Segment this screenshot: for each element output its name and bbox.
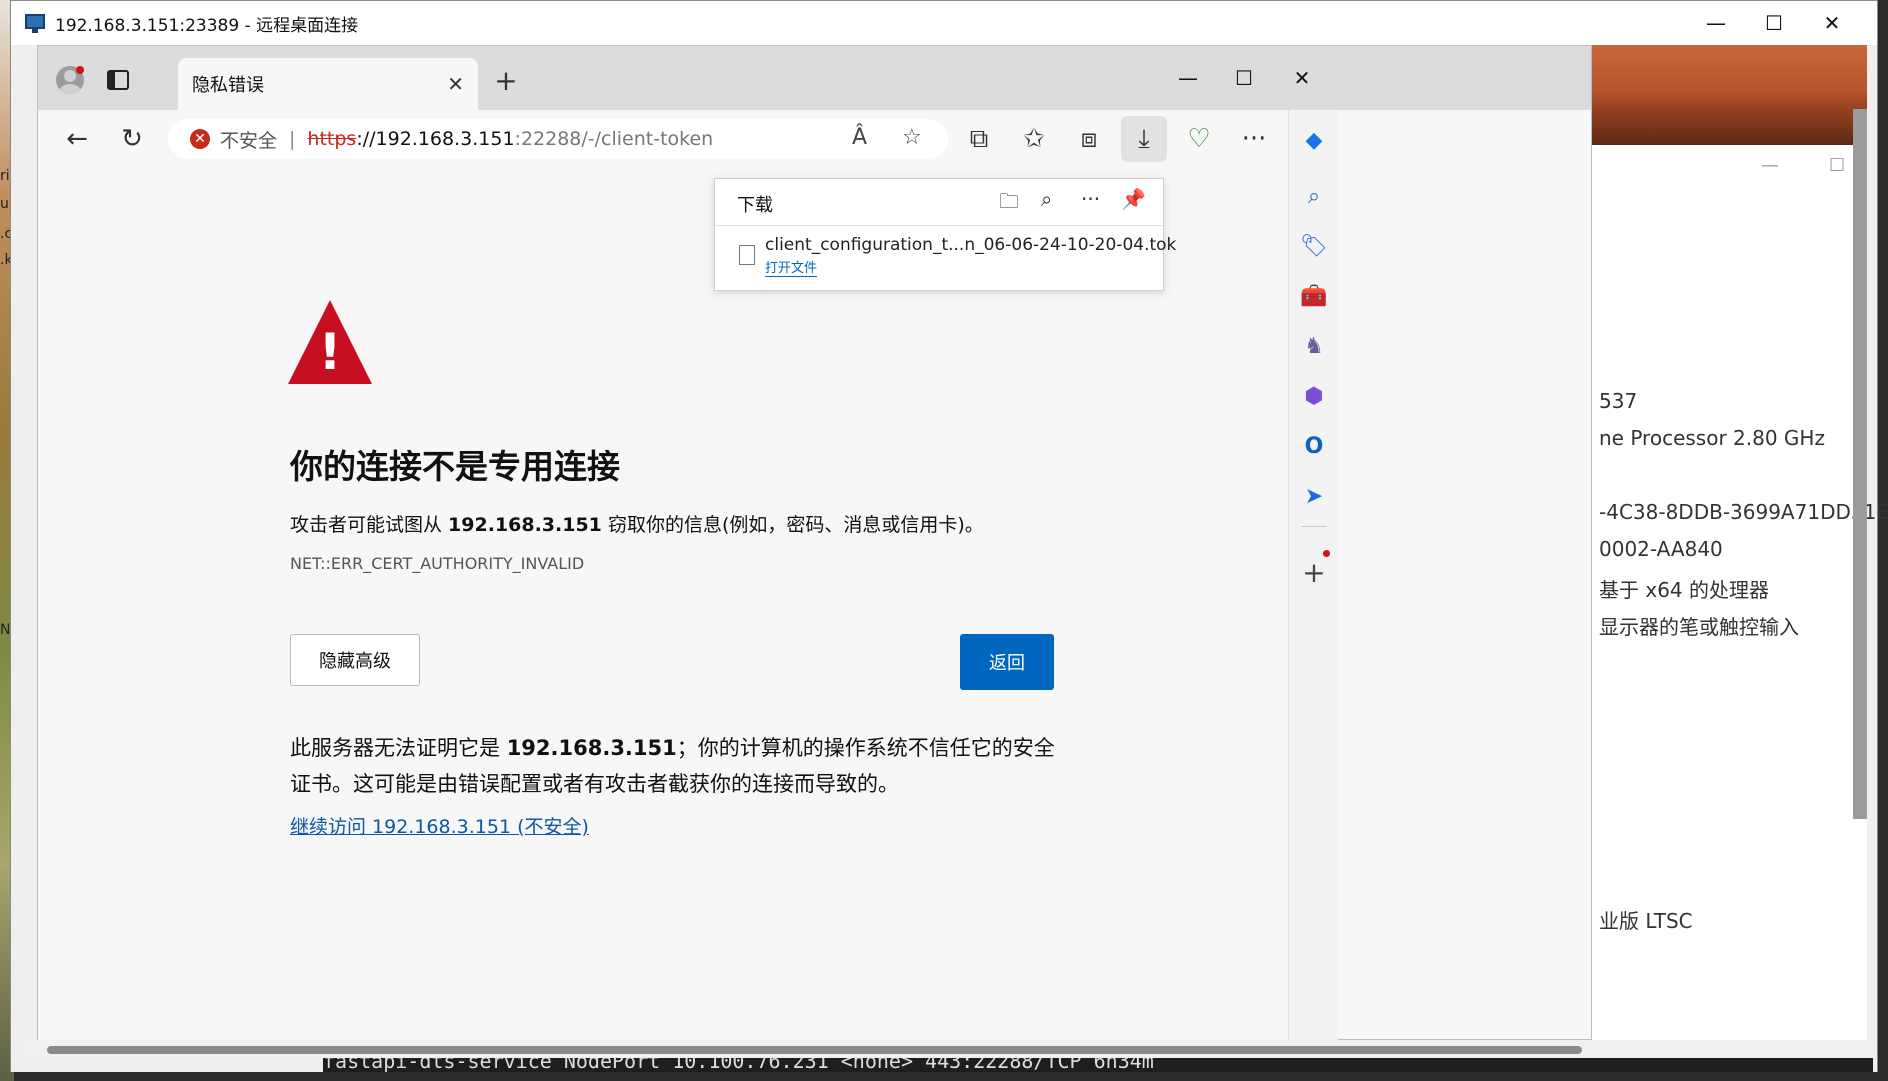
read-aloud-icon[interactable]: Â xyxy=(852,125,867,150)
downloads-button[interactable]: ⤓ xyxy=(1121,116,1167,162)
refresh-button[interactable]: ↻ xyxy=(109,116,155,162)
vertical-tabs-icon xyxy=(107,70,129,90)
favorite-star-icon[interactable]: ☆ xyxy=(902,125,922,150)
desktop-text-fragment: ri xyxy=(0,168,10,184)
url-scheme: https xyxy=(307,128,357,150)
split-screen-button[interactable]: ⧉ xyxy=(956,116,1002,162)
divider xyxy=(715,225,1163,226)
more-menu-button[interactable]: ··· xyxy=(1231,116,1277,162)
rdp-window: 192.168.3.151:23389 - 远程桌面连接 — ☐ ✕ — ☐ 5… xyxy=(10,0,1888,1072)
open-file-link[interactable]: 打开文件 xyxy=(765,257,818,277)
hide-advanced-button[interactable]: 隐藏高级 xyxy=(290,634,420,686)
add-sidebar-app-icon[interactable]: + xyxy=(1289,556,1339,589)
remote-maximize-button[interactable]: ☐ xyxy=(1829,155,1845,176)
page-title: 你的连接不是专用连接 xyxy=(290,447,620,486)
pin-icon[interactable]: 📌 xyxy=(1121,187,1146,211)
rdp-title: 192.168.3.151:23389 - 远程桌面连接 xyxy=(55,15,359,36)
address-separator: | xyxy=(289,128,296,150)
system-info-text: 基于 x64 的处理器 xyxy=(1599,578,1769,602)
go-back-button[interactable]: 返回 xyxy=(960,634,1054,690)
error-page: ! 你的连接不是专用连接 攻击者可能试图从 192.168.3.151 窃取你的… xyxy=(38,168,1288,1040)
wallpaper xyxy=(1591,45,1867,145)
not-secure-icon[interactable]: ✕ xyxy=(190,129,210,149)
system-info-text: ne Processor 2.80 GHz xyxy=(1599,426,1825,450)
new-tab-button[interactable]: + xyxy=(486,60,526,100)
remote-session[interactable]: — ☐ 537 ne Processor 2.80 GHz -4C38-8DDB… xyxy=(11,45,1888,1072)
navigation-bar: ← ↻ ✕ 不安全 | https://192.168.3.151:22288/… xyxy=(38,110,1591,168)
open-folder-icon[interactable]: 🗀 xyxy=(999,187,1019,221)
browser-maximize-button[interactable]: ☐ xyxy=(1214,58,1274,98)
remote-minimize-button[interactable]: — xyxy=(1761,155,1779,176)
shopping-icon[interactable]: 🏷 xyxy=(1289,234,1339,259)
horizontal-scrollbar[interactable] xyxy=(21,1040,1876,1058)
url-path: :22288/-/client-token xyxy=(514,128,714,150)
tab-actions-button[interactable] xyxy=(98,60,138,100)
system-info-text: 显示器的笔或触控输入 xyxy=(1599,615,1799,639)
edge-sidebar: ◆ ⌕ 🏷 🧰 ♞ ⬢ O ➤ + xyxy=(1288,110,1338,1040)
remote-system-window: — ☐ 537 ne Processor 2.80 GHz -4C38-8DDB… xyxy=(1591,45,1888,1072)
description-host: 192.168.3.151 xyxy=(448,514,602,536)
tools-icon[interactable]: 🧰 xyxy=(1289,284,1339,309)
file-icon xyxy=(739,245,755,265)
notification-dot xyxy=(76,66,84,74)
warning-exclamation: ! xyxy=(318,323,342,381)
error-code[interactable]: NET::ERR_CERT_AUTHORITY_INVALID xyxy=(290,554,584,573)
download-file-name[interactable]: client_configuration_t...n_06-06-24-10-2… xyxy=(765,235,1176,255)
downloads-title: 下载 xyxy=(737,195,773,216)
profile-button[interactable] xyxy=(50,60,90,100)
system-info-text: 0002-AA840 xyxy=(1599,537,1723,561)
outlook-icon[interactable]: O xyxy=(1289,434,1339,459)
browser-close-button[interactable]: ✕ xyxy=(1272,58,1332,98)
tab-privacy-error[interactable]: 隐私错误 ✕ xyxy=(178,58,478,110)
favorites-button[interactable]: ✩ xyxy=(1011,116,1057,162)
desktop-text-fragment: N xyxy=(0,622,11,638)
remote-desktop-icon xyxy=(25,12,47,34)
not-secure-label[interactable]: 不安全 xyxy=(220,126,277,153)
tab-bar: 隐私错误 ✕ + — ☐ ✕ xyxy=(38,46,1591,110)
proceed-unsafe-link[interactable]: 继续访问 192.168.3.151 (不安全) xyxy=(290,812,589,839)
games-icon[interactable]: ♞ xyxy=(1289,334,1339,359)
browser-window: 隐私错误 ✕ + — ☐ ✕ ← ↻ ✕ 不安全 | https://192.1… xyxy=(37,45,1592,1040)
rdp-title-bar[interactable]: 192.168.3.151:23389 - 远程桌面连接 — ☐ ✕ xyxy=(11,1,1877,45)
advanced-explanation: 此服务器无法证明它是 192.168.3.151；你的计算机的操作系统不信任它的… xyxy=(290,736,1055,796)
copilot-icon[interactable]: ◆ xyxy=(1289,128,1339,153)
scrollbar-thumb[interactable] xyxy=(47,1046,1582,1054)
back-button[interactable]: ← xyxy=(54,116,100,162)
system-info-text: 业版 LTSC xyxy=(1599,909,1693,933)
explanation-host: 192.168.3.151 xyxy=(506,736,677,760)
microsoft-365-icon[interactable]: ⬢ xyxy=(1289,384,1339,409)
address-bar[interactable]: ✕ 不安全 | https://192.168.3.151:22288/-/cl… xyxy=(168,119,948,159)
terminal-output: fastapi-dts-service NodePort 10.100.76.2… xyxy=(323,1057,1873,1072)
search-downloads-icon[interactable]: ⌕ xyxy=(1041,187,1052,211)
tab-title: 隐私错误 xyxy=(192,75,264,96)
url-host: ://192.168.3.151 xyxy=(356,128,515,150)
downloads-more-icon[interactable]: ··· xyxy=(1081,187,1100,211)
downloads-flyout: 下载 🗀 ⌕ ··· 📌 client_configuration_t...n_… xyxy=(714,178,1176,291)
collections-button[interactable]: ⧈ xyxy=(1066,116,1112,162)
system-info-text: -4C38-8DDB-3699A71DD51E xyxy=(1599,500,1888,524)
system-info-text: 537 xyxy=(1599,389,1638,413)
terminal-line: fastapi-dts-service NodePort 10.100.76.2… xyxy=(323,1057,1154,1072)
close-tab-icon[interactable]: ✕ xyxy=(447,72,464,96)
sidebar-divider xyxy=(1301,526,1327,527)
error-description: 攻击者可能试图从 192.168.3.151 窃取你的信息(例如，密码、消息或信… xyxy=(290,514,984,536)
browser-minimize-button[interactable]: — xyxy=(1158,58,1218,98)
search-icon[interactable]: ⌕ xyxy=(1289,184,1339,209)
drop-send-icon[interactable]: ➤ xyxy=(1289,484,1339,509)
rdp-close-button[interactable]: ✕ xyxy=(1797,1,1867,45)
vertical-scrollbar[interactable] xyxy=(1853,109,1867,819)
browser-essentials-button[interactable]: ♡ xyxy=(1176,116,1222,162)
